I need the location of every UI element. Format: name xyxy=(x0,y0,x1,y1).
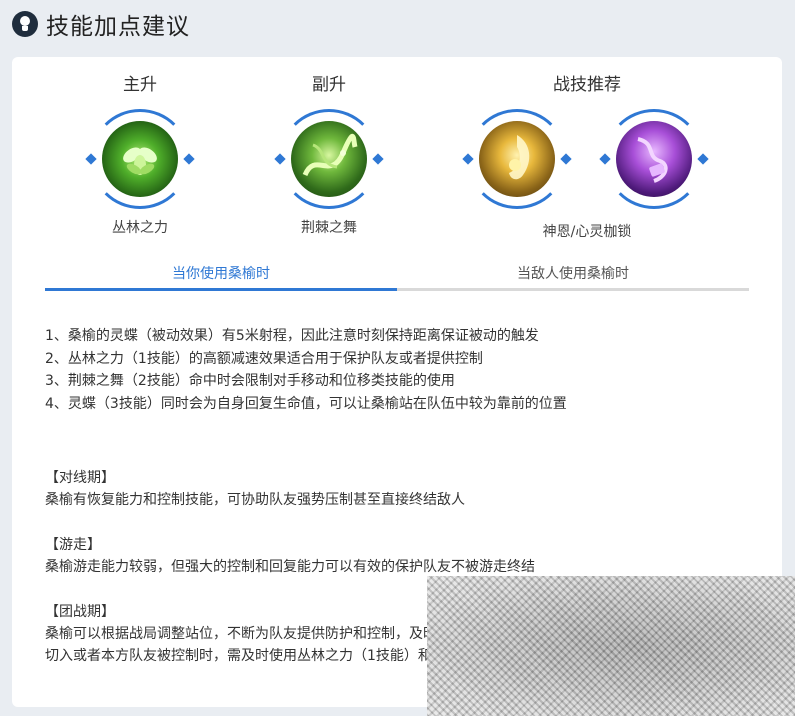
sub-upgrade-group: 副升 荆棘之舞 xyxy=(274,73,384,237)
section-body: 桑榆有恢复能力和控制技能，可协助队友强势压制甚至直接终结敌人 xyxy=(45,492,465,508)
mind-shackle-icon xyxy=(616,121,692,197)
section-title: 技能加点建议 xyxy=(46,14,190,40)
skill-ring[interactable] xyxy=(85,109,195,209)
page: 技能加点建议 主升 丛林之力 副升 荆棘之舞 战技推荐 神恩/心灵枷锁 当你使用… xyxy=(0,0,795,716)
main-upgrade-group: 主升 丛林之力 xyxy=(85,73,195,237)
thorn-dance-icon xyxy=(291,121,367,197)
roaming-section: 【游走】 桑榆游走能力较弱，但强大的控制和回复能力可以有效的保护队友不被游走终结 xyxy=(45,534,765,578)
main-upgrade-skill: 丛林之力 xyxy=(112,220,168,236)
section-header: 技能加点建议 xyxy=(12,8,190,40)
main-upgrade-title: 主升 xyxy=(123,75,157,95)
section-heading: 【游走】 xyxy=(45,537,101,553)
battle-skill-label: 神恩/心灵枷锁 xyxy=(542,224,632,240)
sub-upgrade-title: 副升 xyxy=(312,75,346,95)
tab-when-you-use[interactable]: 当你使用桑榆时 xyxy=(45,261,397,291)
grace-icon xyxy=(479,121,555,197)
section-body: 桑榆游走能力较弱，但强大的控制和回复能力可以有效的保护队友不被游走终结 xyxy=(45,559,535,575)
tip-item: 1、桑榆的灵蝶（被动效果）有5米射程，因此注意时刻保持距离保证被动的触发 xyxy=(45,328,539,344)
sub-upgrade-skill: 荆棘之舞 xyxy=(301,220,357,236)
section-heading: 【对线期】 xyxy=(45,470,115,486)
lightbulb-icon xyxy=(12,11,38,37)
tips-list: 1、桑榆的灵蝶（被动效果）有5米射程，因此注意时刻保持距离保证被动的触发 2、丛… xyxy=(45,325,567,415)
tab-when-enemy-uses[interactable]: 当敌人使用桑榆时 xyxy=(397,261,749,291)
battle-skill-ring[interactable] xyxy=(462,109,572,209)
jungle-power-icon xyxy=(102,121,178,197)
battle-skill-ring[interactable] xyxy=(599,109,709,209)
laning-section: 【对线期】 桑榆有恢复能力和控制技能，可协助队友强势压制甚至直接终结敌人 xyxy=(45,467,765,511)
battle-skill-group: 战技推荐 神恩/心灵枷锁 xyxy=(462,73,709,241)
blurred-overlay xyxy=(427,576,795,716)
tip-item: 3、荆棘之舞（2技能）命中时会限制对手移动和位移类技能的使用 xyxy=(45,373,455,389)
tip-item: 4、灵蝶（3技能）同时会为自身回复生命值，可以让桑榆站在队伍中较为靠前的位置 xyxy=(45,395,567,412)
skill-ring[interactable] xyxy=(274,109,384,209)
tip-item: 2、丛林之力（1技能）的高额减速效果适合用于保护队友或者提供控制 xyxy=(45,350,483,367)
battle-skill-title: 战技推荐 xyxy=(553,75,621,95)
usage-tabs: 当你使用桑榆时 当敌人使用桑榆时 xyxy=(45,261,749,291)
